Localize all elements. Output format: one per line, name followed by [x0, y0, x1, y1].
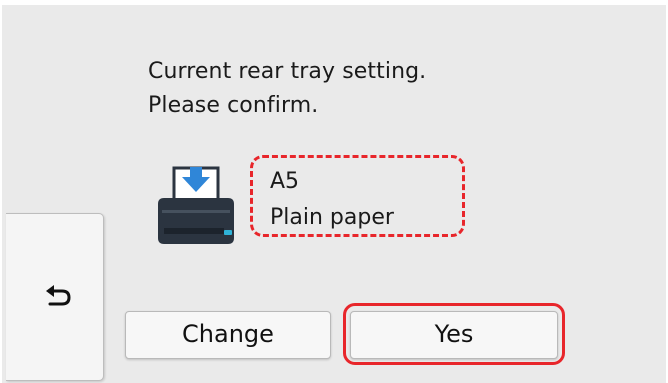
- yes-button[interactable]: Yes: [350, 311, 558, 359]
- paper-setting-box: A5 Plain paper: [250, 155, 465, 237]
- printer-icon: [158, 166, 234, 244]
- paper-type-value: Plain paper: [270, 205, 394, 230]
- paper-size-value: A5: [270, 169, 300, 194]
- message-line-1: Current rear tray setting.: [148, 59, 427, 84]
- back-arrow-icon: [46, 285, 71, 306]
- confirmation-message: Current rear tray setting. Please confir…: [148, 55, 426, 123]
- message-line-2: Please confirm.: [148, 93, 319, 118]
- change-button[interactable]: Change: [125, 311, 331, 359]
- back-button[interactable]: [6, 213, 104, 381]
